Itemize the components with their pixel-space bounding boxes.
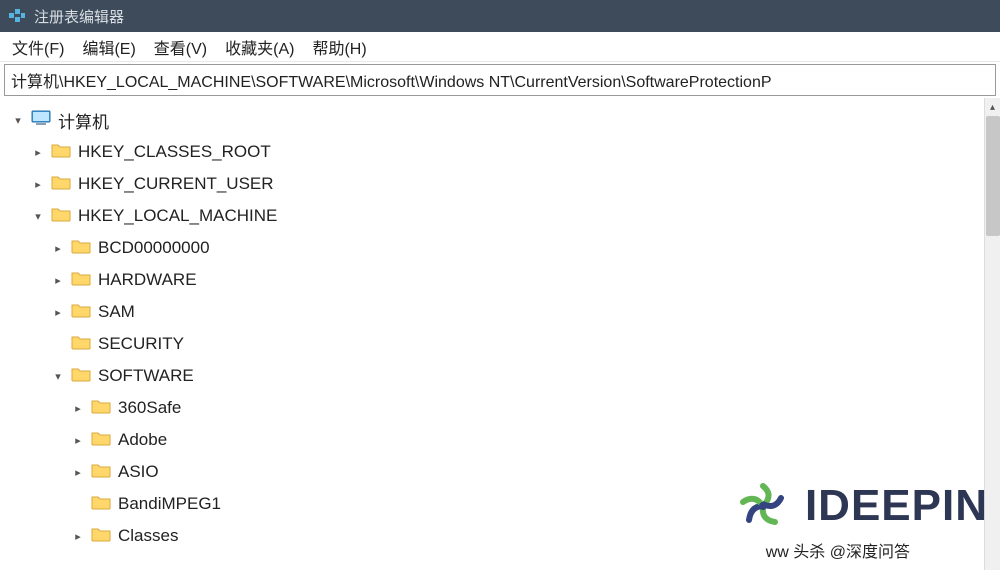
tree-label: Adobe [116,430,167,450]
no-children-icon [70,496,86,512]
folder-icon [70,301,92,324]
chevron-right-icon[interactable]: ▸ [70,528,86,544]
chevron-right-icon[interactable]: ▸ [30,176,46,192]
chevron-right-icon[interactable]: ▸ [50,304,66,320]
chevron-down-icon[interactable]: ▾ [50,368,66,384]
menu-file[interactable]: 文件(F) [12,35,64,59]
tree-item-hkcu[interactable]: ▸ HKEY_CURRENT_USER [10,168,988,200]
folder-icon [50,173,72,196]
tree-label: HKEY_LOCAL_MACHINE [76,206,277,226]
menu-edit[interactable]: 编辑(E) [82,35,135,59]
tree-item-hardware[interactable]: ▸ HARDWARE [10,264,988,296]
window-title: 注册表编辑器 [34,6,124,27]
tree-item-adobe[interactable]: ▸ Adobe [10,424,988,456]
scroll-thumb[interactable] [986,116,1000,236]
titlebar: 注册表编辑器 [0,0,1000,32]
address-bar[interactable]: 计算机\HKEY_LOCAL_MACHINE\SOFTWARE\Microsof… [4,64,996,96]
address-path: 计算机\HKEY_LOCAL_MACHINE\SOFTWARE\Microsof… [11,68,772,92]
folder-icon [50,141,72,164]
tree-item-classes[interactable]: ▸ Classes [10,520,988,552]
chevron-right-icon[interactable]: ▸ [70,400,86,416]
tree-label: Classes [116,526,178,546]
folder-icon [90,429,112,452]
folder-icon [50,205,72,228]
computer-icon [30,109,52,132]
tree-label: HKEY_CLASSES_ROOT [76,142,271,162]
regedit-icon [8,7,26,25]
menubar: 文件(F) 编辑(E) 查看(V) 收藏夹(A) 帮助(H) [0,32,1000,62]
tree-item-hkcr[interactable]: ▸ HKEY_CLASSES_ROOT [10,136,988,168]
tree-item-sam[interactable]: ▸ SAM [10,296,988,328]
tree-item-360safe[interactable]: ▸ 360Safe [10,392,988,424]
tree-label: SECURITY [96,334,184,354]
tree-item-security[interactable]: SECURITY [10,328,988,360]
folder-icon [70,237,92,260]
tree-item-bcd[interactable]: ▸ BCD00000000 [10,232,988,264]
folder-icon [90,461,112,484]
chevron-down-icon[interactable]: ▾ [10,112,26,128]
vertical-scrollbar[interactable]: ▴ [984,98,1000,570]
chevron-right-icon[interactable]: ▸ [50,272,66,288]
tree-item-computer[interactable]: ▾ 计算机 [10,104,988,136]
tree-label: 360Safe [116,398,181,418]
menu-favorites[interactable]: 收藏夹(A) [225,35,294,59]
tree-pane: ▾ 计算机 ▸ HKEY_CLASSES_ROOT ▸ HKEY_CURRENT… [0,98,988,570]
no-children-icon [50,336,66,352]
folder-icon [70,365,92,388]
folder-icon [70,333,92,356]
chevron-right-icon[interactable]: ▸ [70,432,86,448]
tree-label: 计算机 [56,108,109,133]
menu-view[interactable]: 查看(V) [154,35,207,59]
tree-label: HARDWARE [96,270,197,290]
tree-label: BCD00000000 [96,238,210,258]
tree-item-software[interactable]: ▾ SOFTWARE [10,360,988,392]
folder-icon [90,493,112,516]
tree-label: SOFTWARE [96,366,194,386]
chevron-right-icon[interactable]: ▸ [30,144,46,160]
folder-icon [90,397,112,420]
scroll-up-icon[interactable]: ▴ [985,98,1000,116]
tree-label: SAM [96,302,135,322]
tree-item-asio[interactable]: ▸ ASIO [10,456,988,488]
chevron-right-icon[interactable]: ▸ [50,240,66,256]
menu-help[interactable]: 帮助(H) [312,35,366,59]
chevron-down-icon[interactable]: ▾ [30,208,46,224]
tree-label: HKEY_CURRENT_USER [76,174,274,194]
tree-item-hklm[interactable]: ▾ HKEY_LOCAL_MACHINE [10,200,988,232]
tree-label: ASIO [116,462,159,482]
folder-icon [90,525,112,548]
tree-item-bandimpeg1[interactable]: BandiMPEG1 [10,488,988,520]
folder-icon [70,269,92,292]
tree-label: BandiMPEG1 [116,494,221,514]
chevron-right-icon[interactable]: ▸ [70,464,86,480]
